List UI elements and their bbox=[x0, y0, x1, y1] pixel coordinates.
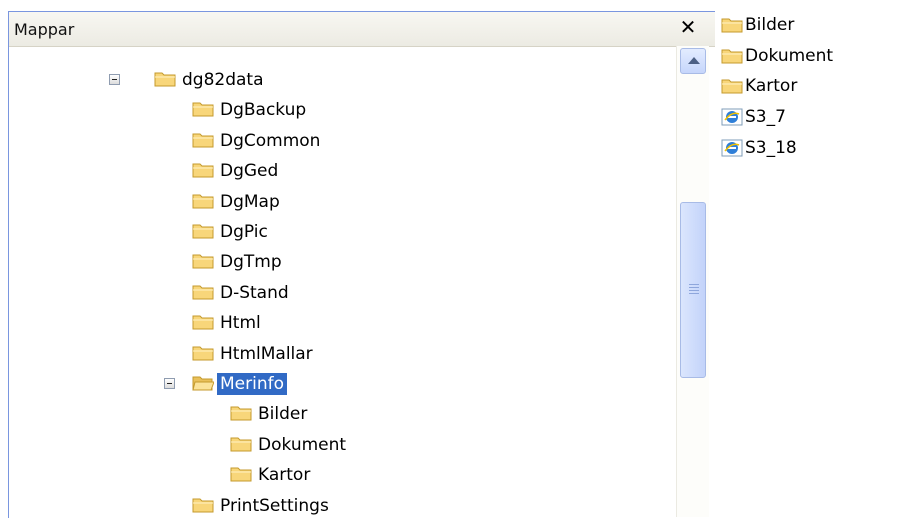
vertical-scrollbar[interactable] bbox=[676, 46, 709, 517]
folder-icon bbox=[721, 16, 743, 34]
tree-item-label[interactable]: DgPic bbox=[217, 221, 271, 243]
scroll-up-arrow-icon[interactable] bbox=[680, 48, 706, 74]
tree-item-dgpic[interactable]: DgPic bbox=[9, 220, 669, 244]
file-item-label: Dokument bbox=[745, 45, 834, 66]
folder-icon bbox=[230, 465, 252, 483]
file-item-label: Kartor bbox=[745, 76, 798, 97]
file-item-label: S3_18 bbox=[745, 137, 797, 158]
tree-item-label[interactable]: DgMap bbox=[217, 191, 283, 213]
grip-line bbox=[689, 290, 699, 291]
tree-item-dgtmp[interactable]: DgTmp bbox=[9, 250, 669, 274]
folder-icon bbox=[230, 435, 252, 453]
tree-item-kartor[interactable]: Kartor bbox=[9, 463, 669, 487]
internet-explorer-icon bbox=[721, 108, 743, 126]
file-item-dokument[interactable]: Dokument bbox=[721, 43, 833, 69]
folder-icon bbox=[721, 47, 743, 65]
tree-item-dgged[interactable]: DgGed bbox=[9, 159, 669, 183]
file-item-kartor[interactable]: Kartor bbox=[721, 73, 797, 99]
tree-item-dg82data[interactable]: dg82data bbox=[9, 68, 669, 92]
folder-open-icon bbox=[192, 374, 215, 392]
folder-icon bbox=[721, 77, 743, 95]
tree-item-label[interactable]: dg82data bbox=[179, 69, 267, 91]
pane-title: Mappar bbox=[14, 20, 75, 39]
tree-item-html[interactable]: Html bbox=[9, 311, 669, 335]
tree-item-printsettings[interactable]: PrintSettings bbox=[9, 494, 669, 518]
close-icon[interactable]: ✕ bbox=[675, 14, 701, 40]
folder-icon bbox=[192, 496, 214, 514]
grip-line bbox=[689, 284, 699, 285]
tree-item-label[interactable]: DgGed bbox=[217, 160, 281, 182]
tree-item-label[interactable]: PrintSettings bbox=[217, 495, 332, 517]
folder-icon bbox=[154, 70, 176, 88]
tree-item-label[interactable]: Bilder bbox=[255, 403, 310, 425]
collapse-icon[interactable] bbox=[109, 74, 120, 85]
file-item-label: S3_7 bbox=[745, 107, 786, 128]
folder-icon bbox=[192, 192, 214, 210]
file-item-bilder[interactable]: Bilder bbox=[721, 12, 794, 38]
contents-pane: Bilder Dokument Kartor S3_7 S3_18 bbox=[716, 11, 909, 517]
file-item-s3-7[interactable]: S3_7 bbox=[721, 104, 786, 130]
folder-tree: dg82data DgBackup DgCommon DgGed DgMap DgPic D… bbox=[9, 46, 675, 518]
grip-line bbox=[689, 287, 699, 288]
folder-icon bbox=[192, 344, 214, 362]
folders-pane: Mappar ✕ dg82data DgBackup DgCommon DgGed Dg… bbox=[8, 11, 715, 518]
pane-header: Mappar ✕ bbox=[9, 12, 715, 47]
tree-item-dokument[interactable]: Dokument bbox=[9, 433, 669, 457]
folder-icon bbox=[192, 313, 214, 331]
tree-item-label[interactable]: Merinfo bbox=[217, 373, 287, 395]
folder-icon bbox=[192, 222, 214, 240]
tree-item-label[interactable]: HtmlMallar bbox=[217, 343, 316, 365]
folder-icon bbox=[192, 283, 214, 301]
folder-icon bbox=[192, 161, 214, 179]
tree-item-label[interactable]: D-Stand bbox=[217, 282, 292, 304]
folder-icon bbox=[192, 252, 214, 270]
tree-item-label[interactable]: DgTmp bbox=[217, 251, 285, 273]
internet-explorer-icon bbox=[721, 139, 743, 157]
tree-item-dgmap[interactable]: DgMap bbox=[9, 190, 669, 214]
tree-item-label[interactable]: Html bbox=[217, 312, 264, 334]
tree-item-dgcommon[interactable]: DgCommon bbox=[9, 129, 669, 153]
folder-icon bbox=[192, 100, 214, 118]
tree-item-label[interactable]: DgCommon bbox=[217, 130, 323, 152]
tree-item-dgbackup[interactable]: DgBackup bbox=[9, 98, 669, 122]
collapse-icon[interactable] bbox=[164, 378, 175, 389]
folder-icon bbox=[192, 131, 214, 149]
tree-item-bilder[interactable]: Bilder bbox=[9, 402, 669, 426]
file-item-s3-18[interactable]: S3_18 bbox=[721, 135, 797, 161]
tree-item-htmlmallar[interactable]: HtmlMallar bbox=[9, 342, 669, 366]
scroll-thumb[interactable] bbox=[680, 202, 706, 378]
file-item-label: Bilder bbox=[745, 15, 795, 35]
tree-item-label[interactable]: Dokument bbox=[255, 434, 349, 456]
grip-line bbox=[689, 293, 699, 294]
tree-item-label[interactable]: DgBackup bbox=[217, 99, 309, 121]
folder-icon bbox=[230, 404, 252, 422]
tree-item-d-stand[interactable]: D-Stand bbox=[9, 281, 669, 305]
tree-item-label[interactable]: Kartor bbox=[255, 464, 313, 486]
tree-item-merinfo[interactable]: Merinfo bbox=[9, 372, 669, 396]
